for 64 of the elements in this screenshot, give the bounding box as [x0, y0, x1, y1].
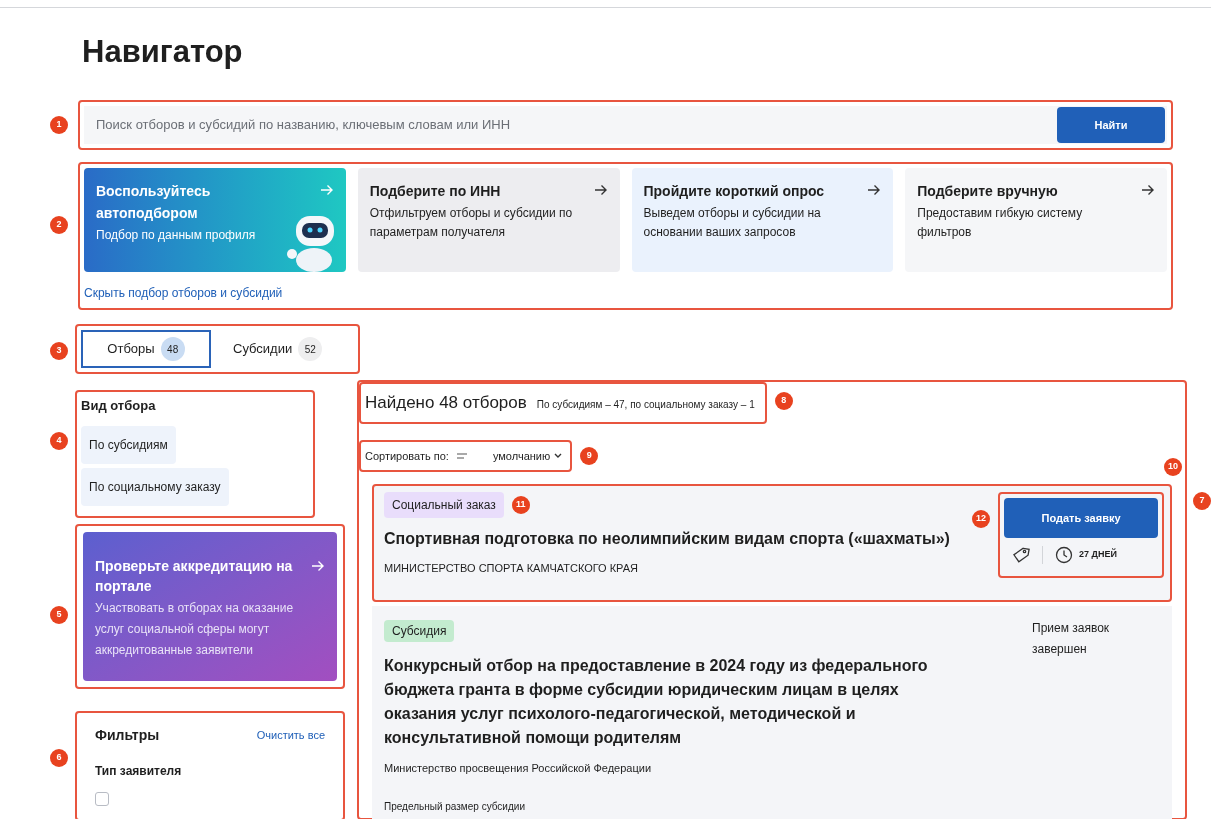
amount-label: Предельный размер субсидии — [384, 799, 526, 814]
result-title: Спортивная подготовка по неолимпийским видам спорта («шахматы») — [384, 529, 950, 549]
arrow-right-icon — [319, 183, 334, 197]
count-badge: 48 — [160, 337, 185, 361]
category-tag: Субсидия — [384, 620, 455, 642]
annotation-marker: 6 — [50, 748, 68, 767]
card-title: Пройдите короткий опрос — [643, 182, 825, 201]
arrow-right-icon — [867, 183, 882, 197]
hide-link[interactable]: Скрыть подбор отборов и субсидий — [84, 284, 1167, 302]
arrow-right-icon — [311, 558, 325, 573]
card-text: Подбор по данным профиля — [96, 227, 257, 244]
card-text: Отфильтруем отборы и субсидии по параметрам получателя — [369, 205, 574, 241]
filter-chip[interactable]: По социальному заказу — [81, 467, 229, 506]
annotation-marker: 11 — [511, 496, 530, 514]
card-text: Выведем отборы и субсидии на основании ваших запросов — [643, 205, 822, 241]
annotation-marker: 8 — [774, 392, 793, 410]
banner-text: Участвовать в отборах на оказание услуг социальной сферы могут аккредитованные заявители — [95, 599, 295, 659]
result-title: Конкурсный отбор на предоставление в 2024 году из федерального бюджета гранта в форме субсидии юридическим лицам в целях оказания услуг психолого-педагогической, методической и консультативной помощи родителям — [384, 656, 929, 748]
results-breakdown: По субсидиям – 47, по социальному заказу – 1 — [536, 398, 755, 412]
status-text: Прием заявок завершен — [1032, 620, 1111, 658]
selection-card[interactable]: Воспользуйтесь автоподбором Подбор по данным профиля — [84, 168, 346, 272]
filters-heading: Фильтры — [95, 725, 160, 745]
arrow-right-icon — [593, 183, 608, 197]
chevron-down-icon — [554, 452, 563, 459]
count-badge: 52 — [298, 337, 323, 361]
clock-icon — [1055, 546, 1073, 564]
results-heading: Найдено 48 отборов — [365, 392, 527, 414]
card-title: Подберите по ИНН — [369, 182, 501, 201]
annotation-marker: 12 — [972, 510, 990, 528]
card-title: Подберите вручную — [917, 182, 1058, 201]
card-text: Предоставим гибкую систему фильтров — [917, 205, 1084, 241]
tab[interactable]: Отборы 48 — [81, 330, 211, 368]
annotation-marker: 4 — [50, 432, 68, 450]
apply-button[interactable]: Подать заявку — [1004, 498, 1158, 538]
clear-all-link[interactable]: Очистить все — [256, 726, 325, 744]
search-button[interactable]: Найти — [1057, 107, 1165, 143]
annotation-marker: 3 — [50, 342, 68, 360]
arrow-right-icon — [1141, 183, 1155, 197]
card-title: Воспользуйтесь автоподбором — [96, 182, 212, 223]
annotation-marker: 2 — [50, 216, 68, 234]
annotation-marker: 1 — [50, 116, 68, 134]
accreditation-banner[interactable]: Проверьте аккредитацию на портале Участвовать в отборах на оказание услуг социальной сферы могут аккредитованные заявители — [83, 531, 337, 681]
days-left: 27 ДНЕЙ — [1079, 548, 1117, 562]
page-title: Навигатор — [82, 34, 244, 70]
selection-card[interactable]: Подберите по ИНН Отфильтруем отборы и субсидии по параметрам получателя — [357, 168, 620, 272]
section-heading: Вид отбора — [81, 397, 157, 415]
category-tag: Социальный заказ — [384, 492, 504, 518]
annotation-marker: 9 — [580, 446, 599, 465]
result-organization: Министерство просвещения Российской Федерации — [384, 761, 653, 776]
group-heading: Тип заявителя — [95, 762, 183, 780]
sort-icon — [456, 451, 467, 460]
result-organization: МИНИСТЕРСТВО СПОРТА КАМЧАТСКОГО КРАЯ — [384, 561, 639, 576]
annotation-marker: 10 — [1164, 458, 1182, 476]
checkbox[interactable] — [95, 791, 109, 806]
tab[interactable]: Субсидии 52 — [211, 330, 345, 368]
annotation-marker: 7 — [1193, 492, 1211, 510]
annotation-marker: 5 — [50, 605, 68, 624]
selection-card[interactable]: Пройдите короткий опрос Выведем отборы и субсидии на основании ваших запросов — [631, 168, 894, 272]
selection-card[interactable]: Подберите вручную Предоставим гибкую систему фильтров — [905, 168, 1167, 272]
search-field[interactable]: Поиск отборов и субсидий по названию, ключевым словам или ИНН Найти — [84, 106, 1167, 144]
filter-chip[interactable]: По субсидиям — [81, 425, 176, 464]
result-card[interactable] — [372, 606, 1172, 819]
tag-icon[interactable] — [1012, 546, 1030, 564]
banner-title: Проверьте аккредитацию на портале — [95, 556, 294, 596]
